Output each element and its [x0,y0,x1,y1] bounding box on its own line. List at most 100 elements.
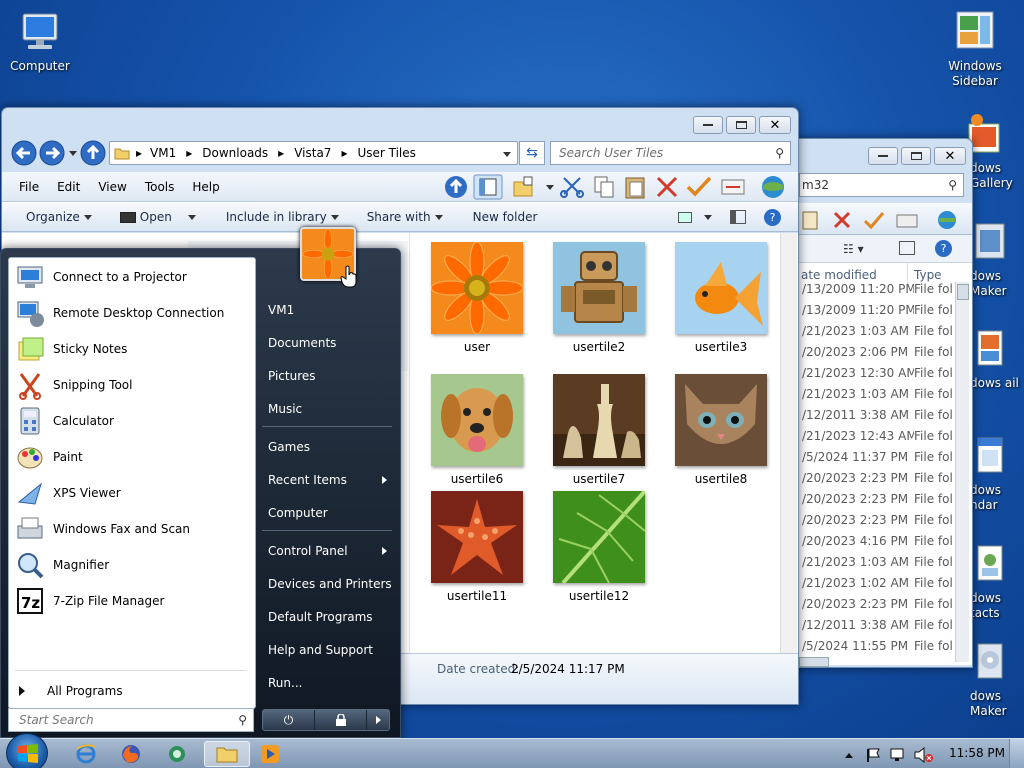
table-row[interactable]: /13/2009 11:20 PM File fol [800,282,965,303]
start-program-magnifier[interactable]: Magnifier [15,548,251,582]
cut-icon[interactable] [560,177,584,198]
table-row[interactable]: /5/2024 11:55 PM File fol [800,639,965,660]
table-row[interactable]: /20/2023 2:23 PM File fol [800,492,965,513]
notification-area-icons[interactable] [843,747,943,763]
table-row[interactable]: /20/2023 2:23 PM File fol [800,471,965,492]
table-row[interactable]: /20/2023 2:23 PM File fol [800,597,965,618]
address-bar[interactable]: m32 ⚲ [799,173,964,197]
file-tile-usertile7[interactable]: usertile7 [544,374,654,486]
minimize-button[interactable] [868,147,898,165]
help-button[interactable]: ? [755,208,790,226]
menu-view[interactable]: View [89,180,135,194]
start-program-xps-viewer[interactable]: XPS Viewer [15,476,251,510]
breadcrumb-vm1[interactable]: VM1 [150,146,176,160]
start-button[interactable] [6,733,48,768]
share-with-button[interactable]: Share with [358,210,452,224]
back-button[interactable] [11,140,37,166]
minimize-button[interactable] [693,116,723,134]
start-menu-item-vm1[interactable]: VM1 [261,300,393,320]
forward-button[interactable] [39,140,65,166]
show-desktop-button[interactable] [1009,739,1024,768]
file-tile-user[interactable]: user [422,242,532,354]
start-menu-item-recent-items[interactable]: Recent Items [261,470,393,490]
file-tile-usertile2[interactable]: usertile2 [544,242,654,354]
close-button[interactable]: ✕ [934,147,966,165]
table-row[interactable]: /21/2023 12:43 AM File fol [800,429,965,450]
start-menu-item-control-panel[interactable]: Control Panel [261,541,393,561]
breadcrumb-vista7[interactable]: Vista7 [294,146,331,160]
globe-icon[interactable] [762,176,784,198]
properties-icon[interactable] [721,179,745,195]
folder-options-icon[interactable] [513,176,533,197]
start-program-7zip[interactable]: 7z 7-Zip File Manager [15,584,251,618]
table-row[interactable]: /20/2023 2:06 PM File fol [800,345,965,366]
file-tile-usertile6[interactable]: usertile6 [422,374,532,486]
media-center-button[interactable] [157,741,197,767]
column-header-date[interactable]: ate modified [801,268,877,282]
address-bar[interactable]: ▸ VM1 ▸ Downloads ▸ Vista7 ▸ User Tiles [109,141,518,165]
internet-explorer-button[interactable] [66,741,106,767]
start-program-paint[interactable]: Paint [15,440,251,474]
table-row[interactable]: /20/2023 2:23 PM File fol [800,513,965,534]
checkmark-icon[interactable] [686,176,712,197]
start-menu-item-pictures[interactable]: Pictures [261,366,393,386]
windows-explorer-button[interactable] [204,741,250,767]
start-menu-item-games[interactable]: Games [261,437,393,457]
menu-file[interactable]: File [10,180,48,194]
start-program-projector[interactable]: Connect to a Projector [15,260,251,294]
preview-pane-button[interactable] [721,210,755,224]
file-tile-usertile8[interactable]: usertile8 [666,374,776,486]
table-row[interactable]: /21/2023 1:03 AM File fol [800,324,965,345]
folders-pane-icon[interactable] [473,174,503,200]
table-row[interactable]: /12/2011 3:38 AM File fol [800,408,965,429]
start-program-remote-desktop[interactable]: Remote Desktop Connection [15,296,251,330]
include-in-library-button[interactable]: Include in library [217,210,348,224]
start-menu-item-default-programs[interactable]: Default Programs [261,607,393,627]
maximize-button[interactable] [726,116,756,134]
desktop-icon-windows-sidebar[interactable]: Windows Sidebar [935,8,1015,89]
close-button[interactable]: ✕ [759,116,791,134]
start-program-snipping-tool[interactable]: Snipping Tool [15,368,251,402]
table-row[interactable]: /20/2023 4:16 PM File fol [800,534,965,555]
breadcrumb-user-tiles[interactable]: User Tiles [357,146,415,160]
paste-icon[interactable] [625,177,645,199]
organize-button[interactable]: Organize [17,210,101,224]
new-folder-button[interactable]: New folder [464,210,547,224]
table-row[interactable]: /21/2023 1:03 AM File fol [800,555,965,576]
start-menu-item-help-and-support[interactable]: Help and Support [261,640,393,660]
change-view-button[interactable] [669,211,721,223]
lock-button[interactable] [315,710,367,730]
start-menu-item-music[interactable]: Music [261,399,393,419]
table-row[interactable]: /21/2023 1:03 AM File fol [800,387,965,408]
help-icon[interactable]: ? [935,240,952,257]
start-search-input[interactable]: Start Search ⚲ [8,708,254,732]
views-icon[interactable]: ☷ ▾ [843,242,864,256]
file-tile-usertile12[interactable]: usertile12 [544,491,654,603]
table-row[interactable]: /5/2024 11:37 PM File fol [800,450,965,471]
start-program-calculator[interactable]: Calculator [15,404,251,438]
up-folder-icon[interactable] [445,176,467,198]
menu-help[interactable]: Help [183,180,228,194]
menu-edit[interactable]: Edit [48,180,89,194]
preview-pane-icon[interactable] [899,241,915,255]
delete-icon[interactable] [656,176,678,198]
power-options-button[interactable] [367,710,389,730]
open-button[interactable]: Open [111,210,205,224]
desktop-icon-computer[interactable]: Computer [0,8,80,74]
all-programs-button[interactable]: All Programs [19,684,123,698]
start-menu-item-devices-and-printers[interactable]: Devices and Printers [261,574,393,594]
file-tile-usertile3[interactable]: usertile3 [666,242,776,354]
table-row[interactable]: /21/2023 12:30 AM File fol [800,366,965,387]
table-row[interactable]: /13/2009 11:20 PM File fol [800,303,965,324]
copy-icon[interactable] [594,176,614,198]
search-input[interactable]: Search User Tiles ⚲ [550,141,791,165]
maximize-button[interactable] [901,147,931,165]
start-menu-item-computer[interactable]: Computer [261,503,393,523]
scrollbar[interactable] [780,233,797,653]
table-row[interactable]: /21/2023 1:02 AM File fol [800,576,965,597]
refresh-button[interactable]: ⇆ [519,141,545,165]
menu-tools[interactable]: Tools [136,180,184,194]
start-menu-item-run[interactable]: Run... [261,673,393,693]
shut-down-button[interactable]: ⏻ [263,710,315,730]
clock[interactable]: 11:58 PM [949,746,1005,760]
